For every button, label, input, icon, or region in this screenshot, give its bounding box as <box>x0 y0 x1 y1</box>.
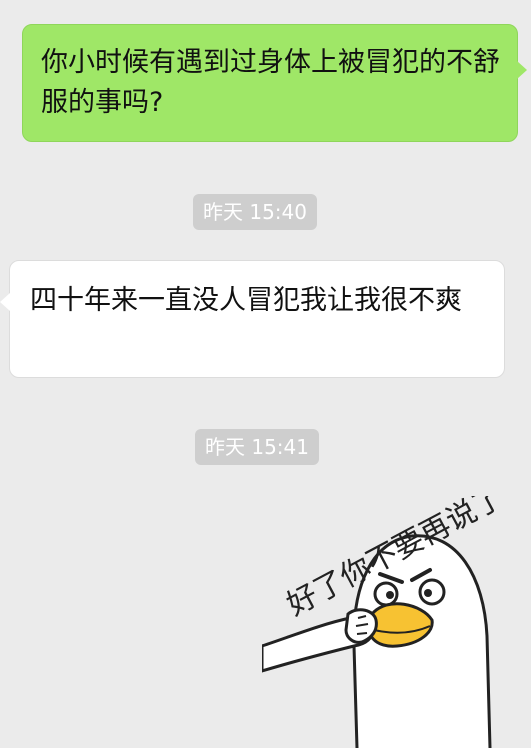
duck-pupil-left <box>386 591 394 599</box>
timestamp-label: 昨天 15:40 <box>193 194 317 230</box>
duck-sticker-message[interactable]: 好了你不要再说了 <box>262 496 502 748</box>
duck-eye-right <box>418 578 446 606</box>
timestamp-label: 昨天 15:41 <box>195 429 319 465</box>
duck-pupil-right <box>424 589 432 597</box>
incoming-message-bubble[interactable]: 四十年来一直没人冒犯我让我很不爽 <box>0 260 505 378</box>
duck-sticker-image: 好了你不要再说了 <box>262 496 502 748</box>
outgoing-message-bubble[interactable]: 你小时候有遇到过身体上被冒犯的不舒服的事吗? <box>22 24 527 142</box>
